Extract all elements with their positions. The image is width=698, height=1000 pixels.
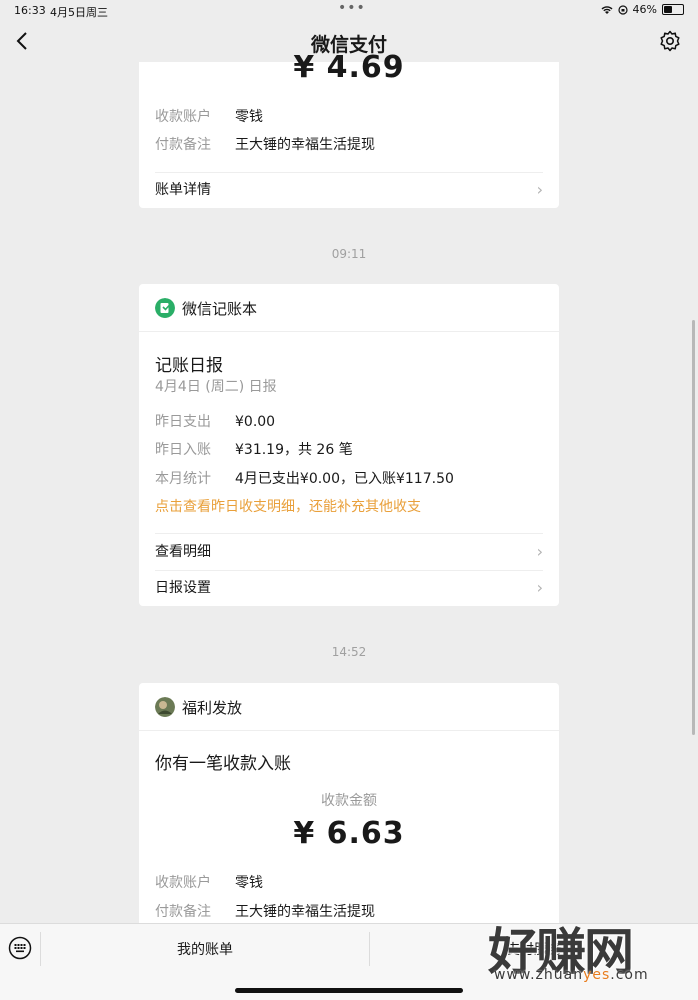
row-label: 收款账户 [155,109,211,125]
report-title: 记账日报 [155,356,223,376]
row-value: 王大锤的幸福生活提现 [235,904,375,920]
row-value: ¥0.00 [235,414,276,430]
row-value: 零钱 [235,109,263,125]
kv-row: 收款账户 零钱 [155,106,263,126]
row-label: 昨日入账 [155,442,211,458]
chevron-right-icon: › [536,578,543,597]
bill-details-link[interactable]: 账单详情 › [155,172,543,208]
kv-row: 昨日支出 ¥0.00 [155,411,275,431]
scrollbar[interactable] [692,320,695,735]
link-label: 账单详情 [155,182,211,198]
row-label: 付款备注 [155,904,211,920]
status-time: 16:33 [14,4,46,17]
row-value: 王大锤的幸福生活提现 [235,137,375,153]
battery-icon [662,4,684,15]
card-header-title: 福利发放 [182,699,243,717]
kv-row: 昨日入账 ¥31.19，共 26 笔 [155,439,353,459]
amount-label: 收款金额 [321,793,377,809]
kv-row: 本月统计 4月已支出¥0.00，已入账¥117.50 [155,468,454,488]
row-value: ¥31.19，共 26 笔 [235,442,353,458]
battery-percent: 46% [632,3,657,16]
card-header-title: 微信记账本 [182,300,258,318]
row-label: 本月统计 [155,471,211,487]
keyboard-icon[interactable] [8,936,32,960]
watermark-logo: 好赚网 www.zhuanyes.com [488,912,688,992]
row-label: 昨日支出 [155,414,211,430]
payment-card-1[interactable]: ¥ 4.69 收款账户 零钱 付款备注 王大锤的幸福生活提现 账单详情 › [139,50,559,208]
timestamp: 09:11 [331,247,367,261]
home-indicator[interactable] [235,988,463,993]
orientation-lock-icon [617,4,628,15]
report-date: 4月4日 (周二) 日报 [155,379,277,395]
ledger-card[interactable]: 微信记账本 记账日报 4月4日 (周二) 日报 昨日支出 ¥0.00 昨日入账 ¥3… [139,284,559,606]
kv-row: 付款备注 王大锤的幸福生活提现 [155,134,375,154]
link-label: 日报设置 [155,580,211,596]
receipt-title: 你有一笔收款入账 [155,754,291,774]
watermark-url: www.zhuanyes.com [494,967,649,983]
ledger-book-icon [155,298,175,318]
card-header: 福利发放 [139,683,559,731]
kv-row: 付款备注 王大锤的幸福生活提现 [155,901,375,921]
payment-card-2[interactable]: 福利发放 你有一笔收款入账 收款金额 ¥ 6.63 收款账户 零钱 付款备注 王大锤… [139,683,559,928]
row-label: 付款备注 [155,137,211,153]
watermark-url-part: www.zhuan [494,967,584,983]
avatar-icon [155,697,175,717]
wifi-icon [601,5,613,14]
row-value: 4月已支出¥0.00，已入账¥117.50 [235,471,454,487]
watermark-url-part: .com [610,967,649,983]
watermark-url-accent: yes [583,967,611,983]
row-label: 收款账户 [155,875,211,891]
gear-icon[interactable] [658,29,682,53]
card-header: 微信记账本 [139,284,559,332]
status-right: 46% [601,3,684,16]
amount: ¥ 6.63 [293,816,405,851]
timestamp: 14:52 [331,645,367,659]
multitask-dots-icon[interactable]: ••• [338,0,366,16]
amount: ¥ 4.69 [293,50,405,85]
my-bills-tab[interactable]: 我的账单 [41,939,369,959]
link-label: 查看明细 [155,544,211,560]
kv-row: 收款账户 零钱 [155,872,263,892]
status-bar: 16:33 4月5日周三 ••• 46% [0,0,698,22]
tip-link[interactable]: 点击查看昨日收支明细，还能补充其他收支 [155,496,421,516]
row-value: 零钱 [235,875,263,891]
report-settings-link[interactable]: 日报设置 › [155,570,543,606]
chevron-right-icon: › [536,180,543,199]
status-date: 4月5日周三 [50,6,108,19]
chevron-right-icon: › [536,542,543,561]
view-details-link[interactable]: 查看明细 › [155,534,543,570]
